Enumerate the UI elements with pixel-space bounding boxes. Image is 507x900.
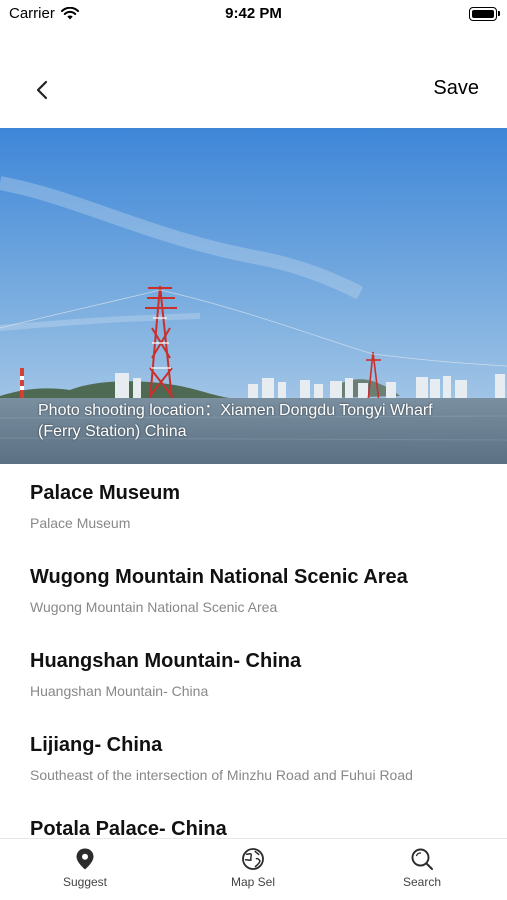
place-subtitle: Wugong Mountain National Scenic Area (30, 599, 278, 615)
places-list: Palace Museum Palace Museum Wugong Mount… (0, 464, 507, 840)
place-subtitle: Southeast of the intersection of Minzhu … (30, 767, 413, 783)
status-bar: Carrier 9:42 PM (0, 0, 507, 30)
chevron-left-icon (36, 80, 48, 100)
tab-label: Map Sel (230, 875, 276, 889)
battery-icon (469, 7, 500, 21)
status-time: 9:42 PM (225, 5, 282, 22)
place-subtitle: Huangshan Mountain- China (30, 683, 209, 699)
tab-map-sel[interactable]: Map Sel (193, 847, 313, 897)
place-title: Lijiang- China (30, 734, 163, 756)
photo-location-caption: Photo shooting location：Xiamen Dongdu To… (38, 402, 433, 440)
list-item[interactable]: Palace Museum Palace Museum (0, 464, 507, 548)
list-item[interactable]: Huangshan Mountain- China Huangshan Moun… (0, 632, 507, 716)
place-title: Huangshan Mountain- China (30, 650, 302, 672)
list-item[interactable]: Potala Palace- China (0, 800, 507, 840)
hero-photo: Photo shooting location：Xiamen Dongdu To… (0, 128, 507, 464)
list-item[interactable]: Lijiang- China Southeast of the intersec… (0, 716, 507, 800)
tab-label: Suggest (62, 875, 108, 889)
globe-icon (242, 848, 264, 870)
back-button[interactable] (26, 74, 58, 106)
tab-search[interactable]: Search (362, 847, 482, 897)
tab-suggest[interactable]: Suggest (25, 847, 145, 897)
tab-label: Search (402, 875, 442, 889)
search-icon (411, 848, 433, 870)
place-title: Palace Museum (30, 482, 181, 504)
save-button[interactable]: Save (433, 77, 479, 100)
place-title: Wugong Mountain National Scenic Area (30, 566, 408, 588)
place-subtitle: Palace Museum (30, 515, 131, 531)
nav-bar: Save (0, 58, 507, 118)
list-item[interactable]: Wugong Mountain National Scenic Area Wug… (0, 548, 507, 632)
location-pin-icon (76, 848, 94, 870)
place-title: Potala Palace- China (30, 818, 227, 840)
tab-bar: Suggest Map Sel Search (0, 838, 507, 900)
